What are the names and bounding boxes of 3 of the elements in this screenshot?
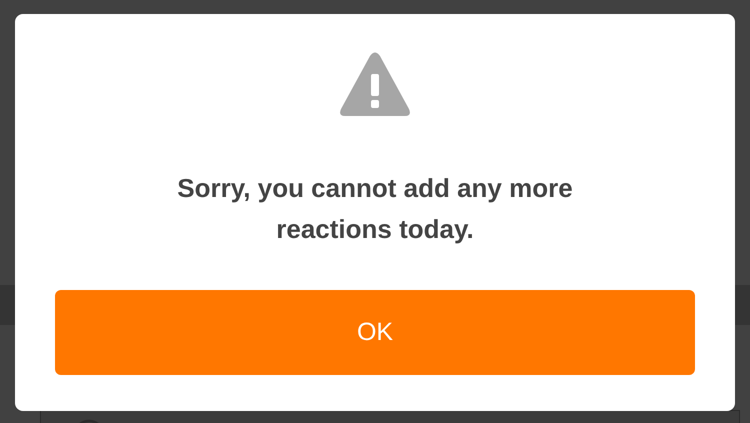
ok-button[interactable]: OK bbox=[55, 290, 695, 375]
alert-message: Sorry, you cannot add any more reactions today. bbox=[176, 172, 574, 246]
warning-icon bbox=[339, 52, 411, 118]
